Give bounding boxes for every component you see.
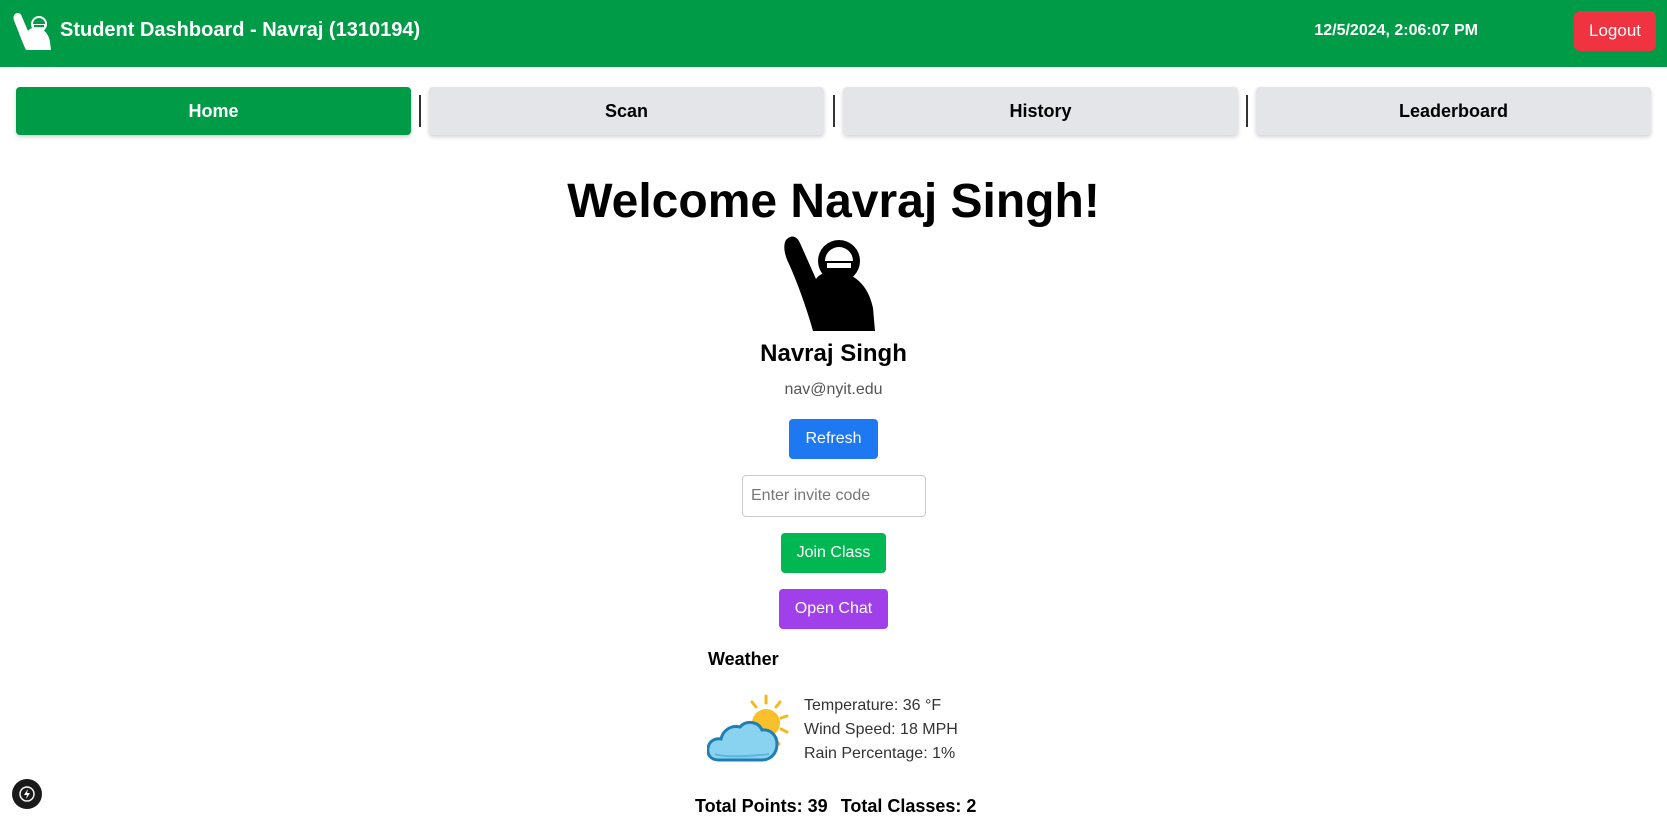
student-name: Navraj Singh xyxy=(760,340,907,367)
join-class-button[interactable]: Join Class xyxy=(781,533,886,573)
weather-wind-speed: Wind Speed: 18 MPH xyxy=(804,721,958,738)
weather-temperature: Temperature: 36 °F xyxy=(804,697,942,714)
tab-divider xyxy=(419,95,421,127)
tab-leaderboard[interactable]: Leaderboard xyxy=(1256,87,1651,135)
weather-details: Temperature: 36 °F Wind Speed: 18 MPH Ra… xyxy=(804,694,958,766)
weather-rain-percentage: Rain Percentage: 1% xyxy=(804,745,956,762)
tab-scan[interactable]: Scan xyxy=(429,87,824,135)
dashboard-title: Student Dashboard - Navraj (1310194) xyxy=(60,19,421,41)
tab-home[interactable]: Home xyxy=(16,87,411,135)
tab-divider xyxy=(833,95,835,127)
raised-hand-person-icon xyxy=(784,236,875,331)
totals-summary: Total Points: 39 Total Classes: 2 xyxy=(695,796,984,817)
invite-code-input[interactable] xyxy=(742,475,926,517)
weather-heading: Weather xyxy=(708,649,779,669)
top-header: Student Dashboard - Navraj (1310194) 12/… xyxy=(0,0,1667,67)
raised-hand-person-icon xyxy=(13,13,51,50)
student-email: nav@nyit.edu xyxy=(784,381,883,398)
refresh-button[interactable]: Refresh xyxy=(789,419,878,459)
lightning-bolt-icon xyxy=(19,786,35,802)
logout-button[interactable]: Logout xyxy=(1574,11,1656,51)
total-classes: Total Classes: 2 xyxy=(840,796,977,816)
current-datetime: 12/5/2024, 2:06:07 PM xyxy=(1314,22,1478,39)
sun-behind-cloud-icon xyxy=(707,694,789,762)
tab-history[interactable]: History xyxy=(843,87,1238,135)
open-chat-button[interactable]: Open Chat xyxy=(779,589,888,629)
total-points: Total Points: 39 xyxy=(695,796,828,816)
tab-divider xyxy=(1246,95,1248,127)
dev-tools-button[interactable] xyxy=(12,779,42,809)
welcome-heading: Welcome Navraj Singh! xyxy=(567,175,1100,228)
